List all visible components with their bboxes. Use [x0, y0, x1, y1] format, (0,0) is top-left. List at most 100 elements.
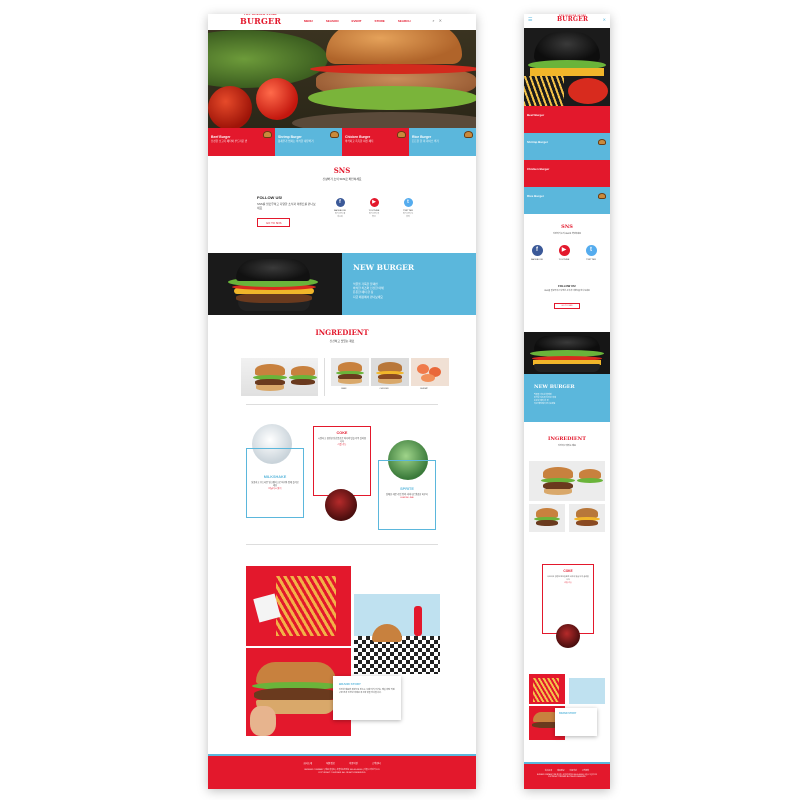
feature-cards: Beef Burger 신선한 소고기 패티와 부드러운 번 Shrimp Bu… [208, 128, 476, 156]
hero-bun [326, 30, 462, 64]
feature-card-shrimp[interactable]: Shrimp Burger 통새우가 씹히는 바삭한 새우버거 [275, 128, 342, 156]
footer-link[interactable]: 고객센터 [372, 761, 381, 765]
footer-link[interactable]: 채용정보 [557, 769, 564, 772]
new-burger-text: NEW BURGER 먹물을 가득한 블랙번 바삭한 치즈와 신선한 야채 든든… [524, 374, 610, 422]
footer-link[interactable]: 이용약관 [349, 761, 358, 765]
logo-arc-text: THE BURGER STORE [243, 14, 278, 16]
hamburger-menu-icon[interactable]: ☰ [528, 17, 532, 23]
sns-channel-list: f FACEBOOK ▶ YOUTUBE t TWITTER [531, 245, 597, 261]
coke-desc: 시원하고 청량한 탄산음료로 버거의 맛을 더욱 살려줍니다 [318, 438, 366, 444]
footer-link[interactable]: 회사소개 [303, 761, 312, 765]
search-icon[interactable]: ⌕ [432, 18, 434, 23]
brand-logo[interactable]: THE BURGER STORE BURGER [240, 14, 282, 26]
burger-icon [464, 131, 473, 138]
footer-link[interactable]: 채용정보 [326, 761, 335, 765]
sns-channel-list: f FACEBOOK 버거 공식 페이스북 ▶ YOUTUBE 버거 공식 유튜… [334, 198, 414, 218]
sns-youtube[interactable]: ▶ YOUTUBE 버거 공식 유튜브 [368, 198, 380, 218]
sns-channel-name: YOUTUBE [368, 210, 380, 212]
feature-card-beef[interactable]: Beef Burger 신선한 소고기 패티와 부드러운 번 [208, 128, 275, 156]
nav-item-search[interactable]: SEARCH [398, 19, 411, 23]
feature-card-rice[interactable]: Rice Burger 든든한 한 끼 라이스 버거 [409, 128, 476, 156]
sprite-card[interactable]: SPRITE 상쾌한 레몬 라임 향의 사이다로 깔끔한 마무리 LEMON L… [378, 460, 436, 530]
ingredient-image-beef[interactable] [529, 504, 565, 532]
nav-item-store[interactable]: STORE [375, 19, 385, 23]
mobile-navigation: ☰ THE BURGER STORE BURGER ✕ [524, 14, 610, 28]
follow-title: FOLLOW US! [257, 195, 283, 200]
footer-link[interactable]: 회사소개 [545, 769, 552, 772]
ingredient-image-beef[interactable] [331, 358, 369, 386]
main-menu: MENU SEASON EVENT STORE SEARCH [304, 19, 410, 23]
close-icon[interactable]: ✕ [439, 18, 442, 23]
ingredient-image-shrimp[interactable] [411, 358, 449, 386]
coke-card[interactable]: COKE 시원하고 청량한 탄산음료로 버거의 맛을 더욱 살려줍니다 리필 가… [313, 426, 371, 496]
sprite-desc: 상쾌한 레몬 라임 향의 사이다로 깔끔한 마무리 [386, 494, 428, 496]
new-burger-line: 지금 매장에서 만나보세요 [353, 294, 383, 299]
coke-highlight: 리필 가능 [337, 444, 347, 447]
go-to-sns-button[interactable]: GO TO SNS [257, 218, 291, 228]
facebook-icon: f [531, 245, 543, 256]
coke-desc: 시원하고 청량한 탄산음료로 버거의 맛을 더욱 살려줍니다 [547, 576, 589, 581]
nav-item-event[interactable]: EVENT [352, 19, 362, 23]
mockup-canvas: THE BURGER STORE BURGER MENU SEASON EVEN… [0, 0, 800, 800]
burger-icon [397, 131, 406, 138]
new-burger-line: 지금 매장에서 만나보세요 [534, 403, 556, 405]
ingredient-image-chicken[interactable] [371, 358, 409, 386]
sns-facebook[interactable]: f FACEBOOK [531, 245, 543, 261]
milkshake-title: MILKSHAKE [263, 475, 287, 479]
nav-item-menu[interactable]: MENU [304, 19, 313, 23]
follow-text: SNS를 팔로우하고 다양한 소식과 이벤트를 만나보세요 [257, 202, 316, 210]
hero-lettuce [308, 86, 476, 110]
sns-twitter[interactable]: t TWITTER 버거 공식 트위터 [402, 198, 414, 218]
footer-link[interactable]: 고객센터 [582, 769, 589, 772]
brand-logo[interactable]: THE BURGER STORE BURGER [557, 15, 588, 23]
twitter-icon: t [585, 245, 597, 256]
coke-image [325, 489, 357, 521]
burger-icon [598, 193, 606, 199]
feature-card-desc: 든든한 한 끼 라이스 버거 [412, 140, 439, 143]
hero-tomato [208, 86, 252, 128]
footer-info: BURGER COMPANY | 대표 홍길동 | 사업자등록번호 000-00… [208, 769, 476, 775]
diner-image [354, 594, 440, 674]
coke-image [556, 624, 580, 648]
ingredient-image-chicken[interactable] [569, 504, 605, 532]
ingredient-main-image[interactable] [241, 358, 318, 396]
burger-icon [598, 139, 606, 145]
sns-facebook[interactable]: f FACEBOOK 버거 공식 페이스북 [334, 198, 346, 218]
footer-copyright: COPYRIGHT © BURGER. ALL RIGHTS RESERVED. [318, 772, 366, 774]
go-to-sns-button[interactable]: GO TO SNS [554, 302, 580, 309]
feature-card-rice[interactable]: Rice Burger [524, 187, 610, 214]
twitter-icon: t [403, 198, 413, 207]
ingredient-subtitle: 신선하고 맛있는 재료 [329, 339, 355, 343]
youtube-icon: ▶ [558, 245, 570, 256]
coke-text: 시원하고 청량한 탄산음료로 버거의 맛을 더욱 살려줍니다 리필 가능 [318, 438, 366, 448]
coke-highlight: 리필 가능 [564, 581, 572, 584]
milkshake-card[interactable]: MILKSHAKE 달콤하고 부드러운 밀크쉐이크로 버거와 함께 즐겨보세요 … [246, 448, 304, 518]
new-burger-text: NEW BURGER 먹물을 가득한 블랙번 바삭한 치즈와 신선한 야채 든든… [342, 253, 476, 315]
sns-twitter[interactable]: t TWITTER [585, 245, 597, 261]
feature-card-title: Shrimp Burger [527, 140, 549, 144]
ingredient-title: INGREDIENT [548, 436, 586, 442]
coke-title: COKE [336, 431, 348, 435]
feature-card-chicken[interactable]: Chicken Burger [524, 160, 610, 187]
footer-links: 회사소개 채용정보 이용약관 고객센터 [524, 769, 610, 772]
sns-youtube[interactable]: ▶ YOUTUBE [558, 245, 570, 261]
logo-text: BURGER [240, 16, 282, 26]
brand-story-card[interactable]: BRAND STORY 신선한 재료와 정성으로 만드는 수제 버거. 버거는 … [333, 676, 401, 720]
sprite-title: SPRITE [400, 487, 414, 491]
feature-card-title: Chicken Burger [527, 167, 550, 171]
footer-link[interactable]: 이용약관 [570, 769, 577, 772]
feature-card-shrimp[interactable]: Shrimp Burger [524, 133, 610, 160]
feature-card-chicken[interactable]: Chicken Burger 바삭하고 촉촉한 치킨 패티 [342, 128, 409, 156]
feature-card-beef[interactable]: Beef Burger [524, 106, 610, 133]
footer: 회사소개 채용정보 이용약관 고객센터 BURGER COMPANY | 대표 … [208, 754, 476, 789]
brand-story-card[interactable]: BRAND STORY [555, 708, 597, 736]
close-icon[interactable]: ✕ [603, 17, 606, 22]
sprite-highlight: LEMON LIME [400, 497, 414, 500]
follow-block: FOLLOW US! SNS를 팔로우하고 다양한 소식과 이벤트를 만나보세요… [257, 195, 317, 229]
black-burger-image [524, 332, 610, 374]
sns-channel-name: FACEBOOK [334, 210, 347, 212]
ingredient-caption: BEEF [341, 388, 347, 390]
hero-tomato-slice [310, 64, 476, 74]
ingredient-main-image[interactable] [529, 461, 605, 501]
nav-item-season[interactable]: SEASON [326, 19, 339, 23]
